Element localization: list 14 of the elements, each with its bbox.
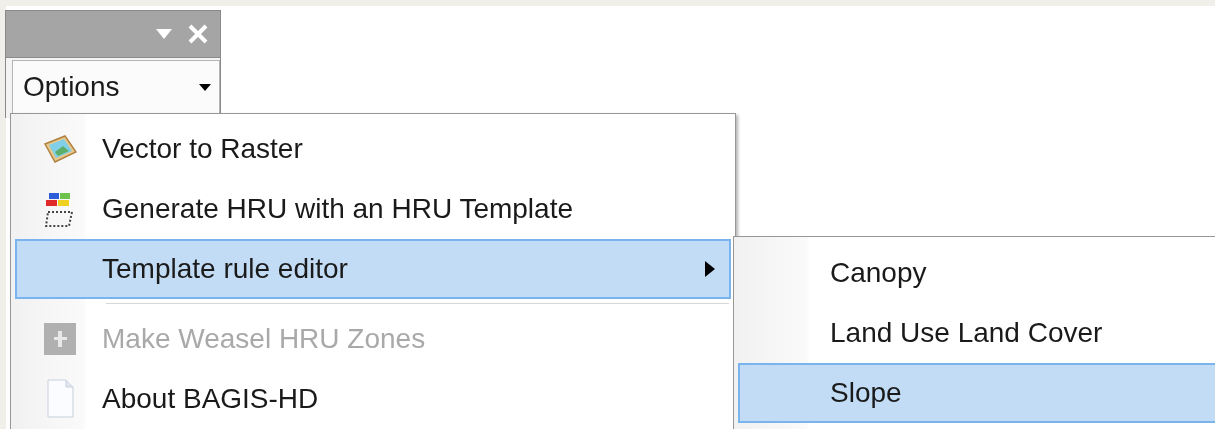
submenu-item[interactable]: Canopy bbox=[738, 243, 1215, 303]
grid-icon bbox=[44, 191, 75, 227]
map-icon bbox=[42, 134, 77, 164]
menu-item[interactable]: Vector to Raster bbox=[15, 119, 731, 179]
caret-icon bbox=[199, 83, 211, 91]
dropdown-icon[interactable] bbox=[156, 29, 172, 39]
menu-item[interactable]: Generate HRU with an HRU Template bbox=[15, 179, 731, 239]
close-icon[interactable] bbox=[188, 24, 208, 44]
options-button[interactable]: Options bbox=[12, 60, 220, 114]
document-icon bbox=[45, 379, 74, 419]
submenu-item[interactable]: Slope bbox=[738, 363, 1215, 423]
menu-item[interactable]: Template rule editor bbox=[15, 239, 731, 299]
menu-item[interactable]: About BAGIS-HD bbox=[15, 369, 731, 429]
submenu-item[interactable]: Land Use Land Cover bbox=[738, 303, 1215, 363]
